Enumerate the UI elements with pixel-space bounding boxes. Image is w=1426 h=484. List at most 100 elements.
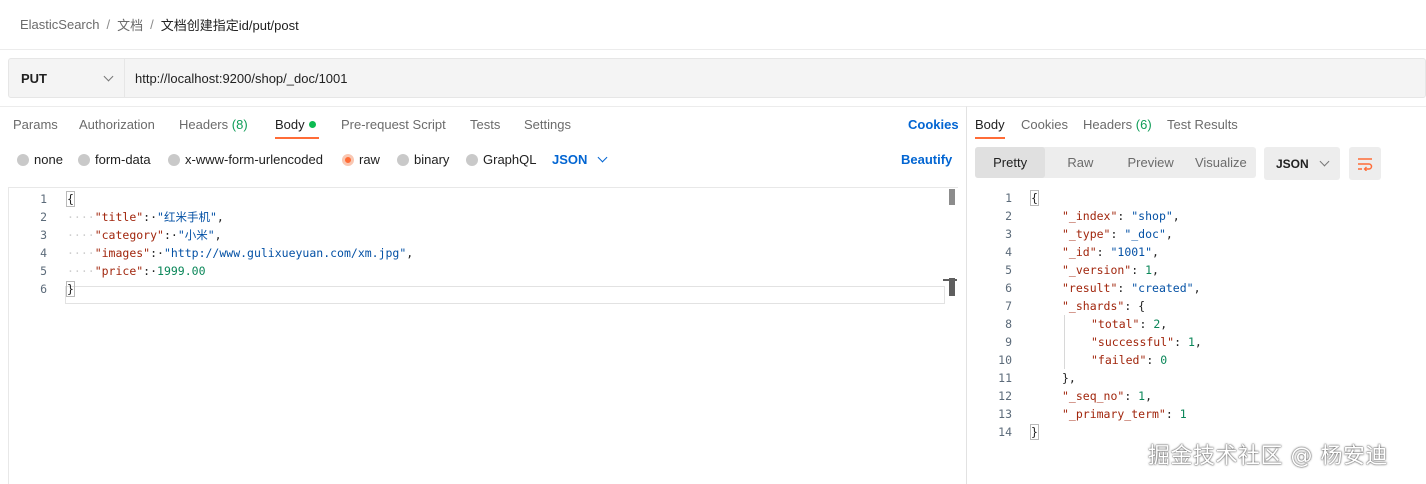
line-number: 5 xyxy=(1005,263,1012,277)
response-format-select[interactable]: JSON xyxy=(1264,147,1340,180)
line-number: 7 xyxy=(1005,299,1012,313)
breadcrumb-folder[interactable]: 文档 xyxy=(117,15,143,34)
json-value: "小米" xyxy=(177,228,215,242)
code-line: 1{ xyxy=(9,190,958,208)
chevron-down-icon xyxy=(1319,156,1330,167)
tab-tests[interactable]: Tests xyxy=(470,117,500,132)
line-number: 11 xyxy=(998,371,1012,385)
chevron-down-icon xyxy=(103,71,114,81)
watermark: 掘金技术社区 @ 杨安迪 xyxy=(1148,444,1388,469)
body-type-none[interactable]: none xyxy=(17,152,63,167)
body-type-raw[interactable]: raw xyxy=(342,152,380,167)
body-type-form-data[interactable]: form-data xyxy=(78,152,151,167)
json-value: "http://www.gulixueyuan.com/xm.jpg" xyxy=(163,246,407,260)
active-tab-indicator xyxy=(275,137,319,139)
line-number: 3 xyxy=(40,228,47,242)
code-line: 5 "_version": 1, xyxy=(967,261,1426,279)
method-select[interactable]: PUT xyxy=(9,59,125,97)
response-tabs: Body Cookies Headers (6) Test Results xyxy=(967,107,1426,141)
line-number: 14 xyxy=(998,425,1012,439)
editor-scrollbar-thumb[interactable] xyxy=(949,189,955,205)
radio-label: raw xyxy=(359,152,380,167)
breadcrumb: ElasticSearch / 文档 / 文档创建指定id/put/post xyxy=(0,0,1426,50)
url-input[interactable]: http://localhost:9200/shop/_doc/1001 xyxy=(125,59,1425,97)
breadcrumb-separator: / xyxy=(106,17,111,32)
request-body-editor[interactable]: 1{ 2 ····"title":·"红米手机", 3 ····"category"… xyxy=(8,187,958,484)
line-number: 1 xyxy=(1005,191,1012,205)
tab-body-label: Body xyxy=(275,117,305,132)
view-preview-button[interactable]: Preview xyxy=(1116,147,1186,178)
body-type-options: none form-data x-www-form-urlencoded raw… xyxy=(0,147,966,171)
radio-label: GraphQL xyxy=(483,152,537,167)
tab-body[interactable]: Body xyxy=(275,117,316,132)
code-line: 4 "_id": "1001", xyxy=(967,243,1426,261)
json-key: "title" xyxy=(94,210,144,224)
response-headers-label: Headers xyxy=(1083,117,1133,132)
code-line: 5 ····"price":·1999.00 xyxy=(9,262,958,280)
response-tab-cookies[interactable]: Cookies xyxy=(1021,117,1068,132)
request-tabs: Params Authorization Headers (8) Body Pr… xyxy=(0,107,966,141)
response-tab-headers[interactable]: Headers (6) xyxy=(1083,117,1152,132)
line-number: 4 xyxy=(1005,245,1012,259)
radio-label: none xyxy=(34,152,63,167)
body-type-graphql[interactable]: GraphQL xyxy=(466,152,536,167)
radio-icon xyxy=(397,153,409,166)
code-line: 3 "_type": "_doc", xyxy=(967,225,1426,243)
line-number: 1 xyxy=(40,192,47,206)
active-tab-indicator xyxy=(975,137,1005,139)
chevron-down-icon xyxy=(597,152,608,163)
beautify-link[interactable]: Beautify xyxy=(901,152,952,167)
response-tab-test-results[interactable]: Test Results xyxy=(1167,117,1238,132)
line-number: 3 xyxy=(1005,227,1012,241)
tab-authorization[interactable]: Authorization xyxy=(79,117,155,132)
code-line: 12 "_seq_no": 1, xyxy=(967,387,1426,405)
line-number: 5 xyxy=(40,264,47,278)
code-line: 6} xyxy=(9,280,958,298)
breadcrumb-separator: / xyxy=(150,17,154,32)
wrap-lines-button[interactable] xyxy=(1349,147,1381,180)
code-line: 10 "failed": 0 xyxy=(967,351,1426,369)
tab-prerequest-script[interactable]: Pre-request Script xyxy=(341,117,446,132)
breadcrumb-collection[interactable]: ElasticSearch xyxy=(20,17,99,32)
line-number: 12 xyxy=(998,389,1012,403)
tab-params[interactable]: Params xyxy=(13,117,58,132)
line-number: 4 xyxy=(40,246,47,260)
code-line: 3 ····"category":·"小米", xyxy=(9,226,958,244)
tab-headers[interactable]: Headers (8) xyxy=(179,117,248,132)
response-format-label: JSON xyxy=(1276,156,1309,171)
line-number: 13 xyxy=(998,407,1012,421)
radio-label: x-www-form-urlencoded xyxy=(185,152,323,167)
line-number: 6 xyxy=(40,282,47,296)
view-raw-button[interactable]: Raw xyxy=(1045,147,1115,178)
view-pretty-button[interactable]: Pretty xyxy=(975,147,1046,178)
radio-selected-icon xyxy=(342,153,354,166)
response-pane: Body Cookies Headers (6) Test Results Pr… xyxy=(966,106,1426,484)
body-language-select[interactable]: JSON xyxy=(552,152,608,167)
radio-icon xyxy=(78,153,90,166)
request-url-bar: PUT http://localhost:9200/shop/_doc/1001 xyxy=(8,58,1426,98)
cookies-link[interactable]: Cookies xyxy=(908,117,959,132)
radio-label: form-data xyxy=(95,152,151,167)
code-line: 11}, xyxy=(967,369,1426,387)
tab-settings[interactable]: Settings xyxy=(524,117,571,132)
code-line: 4 ····"images":·"http://www.gulixueyuan.c… xyxy=(9,244,958,262)
body-type-urlencoded[interactable]: x-www-form-urlencoded xyxy=(168,152,323,167)
line-number: 6 xyxy=(1005,281,1012,295)
close-brace: } xyxy=(66,281,75,297)
radio-icon xyxy=(466,153,478,166)
response-tab-body[interactable]: Body xyxy=(975,117,1005,132)
line-number: 2 xyxy=(40,210,47,224)
body-type-binary[interactable]: binary xyxy=(397,152,449,167)
code-line: 9 "successful": 1, xyxy=(967,333,1426,351)
response-headers-count-badge: (6) xyxy=(1135,117,1152,132)
code-line: 2 ····"title":·"红米手机", xyxy=(9,208,958,226)
code-line: 8 "total": 2, xyxy=(967,315,1426,333)
language-label: JSON xyxy=(552,152,588,167)
wrap-lines-icon xyxy=(1358,157,1373,171)
view-visualize-button[interactable]: Visualize xyxy=(1186,147,1256,178)
request-pane: Params Authorization Headers (8) Body Pr… xyxy=(0,106,966,484)
breadcrumb-current-request[interactable]: 文档创建指定id/put/post xyxy=(161,15,299,34)
code-line: 6 "result": "created", xyxy=(967,279,1426,297)
json-key: "price" xyxy=(94,264,144,278)
line-number: 2 xyxy=(1005,209,1012,223)
